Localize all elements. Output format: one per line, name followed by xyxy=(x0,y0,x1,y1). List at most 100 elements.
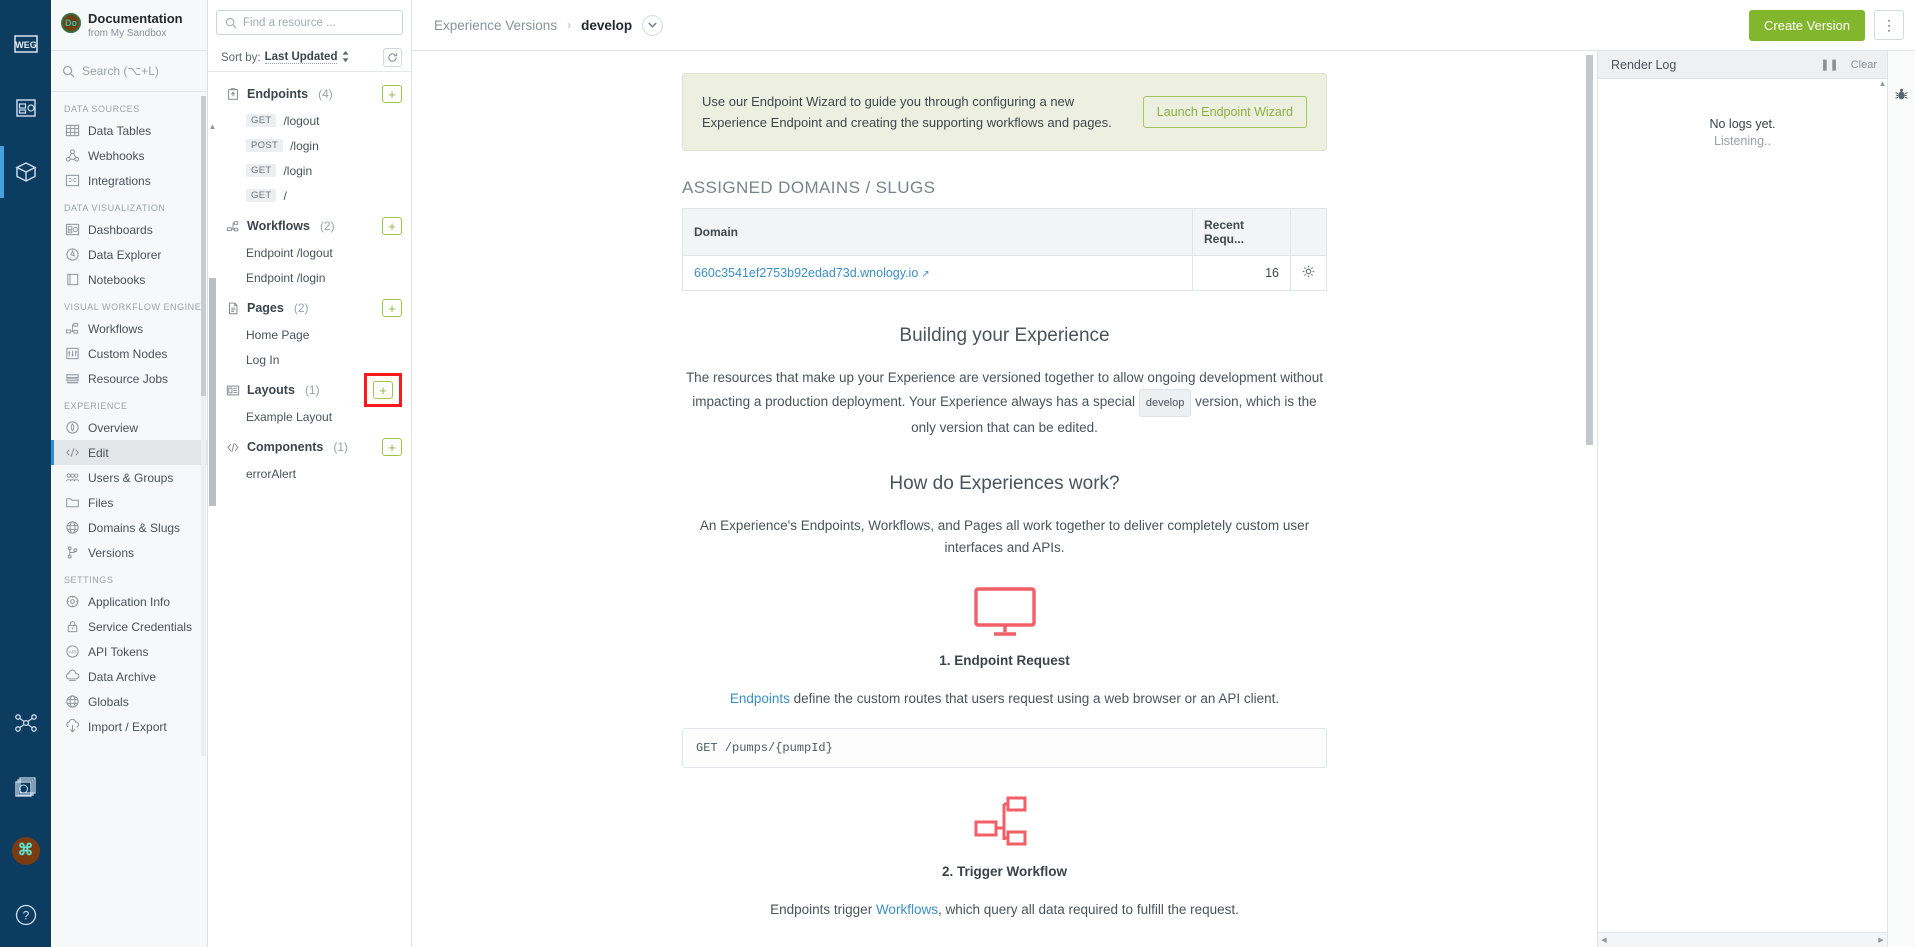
sidebar-item-label: Webhooks xyxy=(88,148,145,163)
svg-text:?: ? xyxy=(22,909,29,923)
render-log-scroll-up[interactable]: ▲ xyxy=(1878,79,1887,88)
sidebar-item-data-archive[interactable]: Data Archive xyxy=(51,664,207,689)
resource-group-name: Pages xyxy=(247,301,284,315)
resource-item[interactable]: Log In xyxy=(208,347,411,372)
sidebar-item-workflows[interactable]: Workflows xyxy=(51,316,207,341)
resource-item[interactable]: GET/login xyxy=(208,158,411,183)
add-pages-button[interactable]: + xyxy=(382,299,402,317)
endpoints-link[interactable]: Endpoints xyxy=(730,691,790,706)
sidebar-item-service-credentials[interactable]: Service Credentials xyxy=(51,614,207,639)
resource-group-header-workflows[interactable]: Workflows (2) + xyxy=(208,212,411,240)
render-log-title: Render Log xyxy=(1611,57,1677,72)
create-version-button[interactable]: Create Version xyxy=(1749,9,1865,41)
sidebar-item-domains-slugs[interactable]: Domains & Slugs xyxy=(51,515,207,540)
resource-group-header-layouts[interactable]: Layouts (1) + xyxy=(208,373,411,407)
sidebar-item-custom-nodes[interactable]: Custom Nodes xyxy=(51,341,207,366)
resource-item[interactable]: POST/login xyxy=(208,133,411,158)
resource-item[interactable]: Example Layout xyxy=(208,404,411,429)
sidebar-item-api-tokens[interactable]: API API Tokens xyxy=(51,639,207,664)
launch-endpoint-wizard-button[interactable]: Launch Endpoint Wizard xyxy=(1142,95,1307,129)
external-link-icon[interactable]: ↗ xyxy=(921,269,929,280)
render-log-hscrollbar[interactable]: ◀ ▶ xyxy=(1598,932,1887,947)
resource-group-count: (1) xyxy=(304,383,320,397)
highlight-box: + xyxy=(364,373,402,407)
document-scrollbar[interactable] xyxy=(1586,51,1595,947)
sidebar-item-data-explorer[interactable]: Data Explorer xyxy=(51,242,207,267)
breadcrumb-current: develop xyxy=(581,17,633,33)
add-endpoints-button[interactable]: + xyxy=(382,85,402,103)
step1-paragraph: Endpoints define the custom routes that … xyxy=(682,688,1327,710)
weg-logo[interactable]: WEG xyxy=(0,12,51,76)
sidebar-item-overview[interactable]: Overview xyxy=(51,415,207,440)
nav-scrollbar[interactable] xyxy=(201,96,206,756)
resource-item[interactable]: Endpoint /login xyxy=(208,265,411,290)
dashboard-icon[interactable] xyxy=(0,76,51,140)
resource-search-input[interactable]: Find a resource ... xyxy=(216,10,403,35)
gear-icon xyxy=(1302,265,1315,278)
sidebar-item-resource-jobs[interactable]: Resource Jobs xyxy=(51,366,207,391)
resource-scrollbar-thumb[interactable] xyxy=(209,278,216,506)
resource-scroll-up-arrow[interactable]: ▲ xyxy=(208,122,217,131)
pause-icon[interactable]: ❚❚ xyxy=(1820,58,1838,71)
sidebar-item-import-export[interactable]: Import / Export xyxy=(51,714,207,739)
sidebar-item-files[interactable]: Files xyxy=(51,490,207,515)
sidebar-item-edit[interactable]: Edit xyxy=(51,440,207,465)
workflows-link[interactable]: Workflows xyxy=(876,902,938,917)
workflow-icon[interactable] xyxy=(0,691,51,755)
resource-group-header-endpoints[interactable]: Endpoints (4) + xyxy=(208,80,411,108)
sidebar-item-integrations[interactable]: Integrations xyxy=(51,168,207,193)
endpoint-code-sample: GET /pumps/{pumpId} xyxy=(682,728,1327,768)
center-column: Experience Versions › develop Create Ver… xyxy=(412,0,1915,947)
clear-log-button[interactable]: Clear xyxy=(1851,59,1877,71)
resource-item[interactable]: Endpoint /logout xyxy=(208,240,411,265)
resource-group-header-pages[interactable]: Pages (2) + xyxy=(208,294,411,322)
hscroll-right-arrow[interactable]: ▶ xyxy=(1875,936,1887,944)
chevron-down-icon[interactable] xyxy=(642,14,664,36)
resource-scrollbar[interactable]: ▲ xyxy=(208,60,217,947)
domain-link[interactable]: 660c3541ef2753b92edad73d.wnology.io xyxy=(694,266,918,280)
hscroll-left-arrow[interactable]: ◀ xyxy=(1598,936,1610,944)
gear-icon xyxy=(65,594,80,609)
more-options-button[interactable]: ⋮ xyxy=(1874,10,1904,40)
workflow-icon xyxy=(226,219,240,233)
resource-item[interactable]: GET / xyxy=(208,183,411,208)
integrations-icon xyxy=(65,173,80,188)
sidebar-item-users-groups[interactable]: Users & Groups xyxy=(51,465,207,490)
bug-icon[interactable] xyxy=(1894,87,1909,105)
add-components-button[interactable]: + xyxy=(382,438,402,456)
resource-item[interactable]: Home Page xyxy=(208,322,411,347)
add-layouts-button[interactable]: + xyxy=(373,381,393,399)
row-settings-button[interactable] xyxy=(1290,255,1327,291)
resource-group-count: (4) xyxy=(318,87,333,101)
sidebar-item-versions[interactable]: Versions xyxy=(51,540,207,565)
breadcrumb-parent[interactable]: Experience Versions xyxy=(434,18,557,33)
sidebar-item-notebooks[interactable]: Notebooks xyxy=(51,267,207,292)
endpoint-wizard-banner: Use our Endpoint Wizard to guide you thr… xyxy=(682,73,1327,151)
resource-item[interactable]: errorAlert xyxy=(208,461,411,486)
sort-toggle-icon[interactable] xyxy=(341,50,350,66)
sidebar-item-webhooks[interactable]: Webhooks xyxy=(51,143,207,168)
building-experience-paragraph: The resources that make up your Experien… xyxy=(682,367,1327,439)
sidebar-item-dashboards[interactable]: Dashboards xyxy=(51,217,207,242)
stack-icon[interactable] xyxy=(0,755,51,819)
nav-search[interactable]: Search (⌥+L) xyxy=(51,51,207,92)
render-log-scrollbar[interactable]: ▲ xyxy=(1878,79,1887,931)
sidebar-item-data-tables[interactable]: Data Tables xyxy=(51,118,207,143)
nav-section-label: EXPERIENCE xyxy=(64,401,128,411)
nav-scrollbar-thumb[interactable] xyxy=(201,96,206,396)
add-workflows-button[interactable]: + xyxy=(382,217,402,235)
application-icon[interactable] xyxy=(0,140,51,204)
document-scrollbar-thumb[interactable] xyxy=(1586,55,1593,445)
add-button-wrap: + xyxy=(382,299,402,317)
sidebar-item-application-info[interactable]: Application Info xyxy=(51,589,207,614)
resource-item[interactable]: GET/logout xyxy=(208,108,411,133)
user-avatar[interactable]: ⌘ xyxy=(0,819,51,883)
resource-item-label: Home Page xyxy=(246,327,310,342)
sidebar-item-globals[interactable]: Globals xyxy=(51,689,207,714)
render-log-empty-sub: Listening.. xyxy=(1714,134,1771,148)
help-icon[interactable]: ? xyxy=(0,883,51,947)
refresh-button[interactable] xyxy=(383,48,402,67)
resource-item-label: errorAlert xyxy=(246,466,297,481)
resource-group-header-components[interactable]: Components (1) + xyxy=(208,433,411,461)
sort-value[interactable]: Last Updated xyxy=(264,51,338,64)
